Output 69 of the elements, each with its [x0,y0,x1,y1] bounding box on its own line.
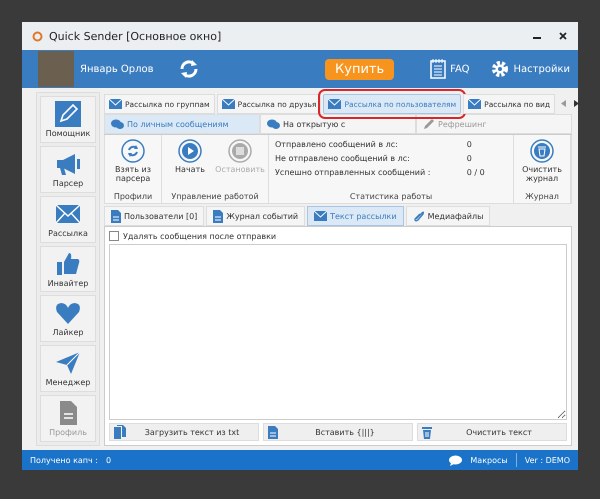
content-tab[interactable]: Журнал событий [206,206,306,226]
document-icon [213,210,224,222]
sub-tab[interactable]: По личным сообщениям [104,114,260,134]
macros-link[interactable]: Макросы [470,456,508,464]
documents-icon [114,425,126,439]
pencil-icon [55,100,81,127]
avatar-photo-placeholder [38,51,74,87]
envelope-icon [328,99,342,109]
faq-button[interactable]: FAQ [430,59,470,79]
window-title: Quick Sender [Основное окно] [49,30,222,42]
sync-arrows-icon[interactable] [178,58,200,80]
sidebar-item[interactable]: Инвайтер [40,246,96,292]
content-tab[interactable]: Медиафайлы [406,206,490,226]
close-icon[interactable] [558,31,568,41]
captcha-count: 0 [106,456,112,464]
sidebar-item[interactable]: Менеджер [40,345,96,392]
stat-label: Не отправлено сообщений в лс: [275,154,411,163]
stat-label: Отправлено сообщений в лс: [275,140,399,149]
notepad-icon [430,59,446,79]
action-button[interactable]: Вставить {|||} [263,423,413,441]
document-icon [268,426,278,438]
trash-icon [422,426,432,438]
settings-icon [490,59,510,79]
version-label: Ver : DEMO [524,456,570,464]
stop-icon [228,139,252,163]
app-logo-icon [32,30,43,42]
sidebar-item[interactable]: Рассылка [40,196,96,243]
group-label: Статистика работы [348,192,434,201]
stat-value: 0 / 0 [466,168,486,177]
plane-icon [55,350,81,376]
captcha-label: Получено капч : [30,456,98,464]
content-tab[interactable]: Пользователи [0] [104,206,204,226]
play-icon [178,139,202,163]
ribbon-button[interactable]: Начать [168,137,212,192]
settings-button[interactable]: Настройки [490,59,570,79]
group-label: Управление работой [170,192,260,201]
trash-icon [530,139,554,163]
paperclip-icon [412,210,425,222]
group-label: Профили [112,192,154,201]
action-button[interactable]: Загрузить текст из txt [109,423,259,441]
action-button[interactable]: Очистить текст [417,423,567,441]
stat-value: 0 [466,154,473,163]
sidebar-item[interactable]: Лайкер [40,295,96,342]
stat-value: 0 [466,140,473,149]
stat-label: Успешно отправленных сообщений : [275,168,432,177]
pencil-icon [423,118,435,130]
content-tab[interactable]: Текст рассылки [307,206,404,226]
envelope-icon [468,99,482,109]
checkbox[interactable] [109,231,119,241]
thumb-icon [55,250,81,276]
user-name: Январь Орлов [80,64,154,74]
heart-icon [55,300,81,326]
scroll-left-icon[interactable] [561,100,566,106]
sub-tab[interactable]: На открытую с [260,114,416,134]
speech-bubble-icon [449,454,462,466]
ribbon-button[interactable]: Очистить журнал [520,137,564,192]
scroll-right-icon[interactable] [574,100,580,106]
refresh-icon [121,139,145,163]
document-icon [111,210,121,222]
ribbon-button[interactable]: Взять из парсера [111,137,155,192]
envelope-icon [314,211,328,221]
sidebar-item[interactable]: Помощник [40,96,96,143]
sidebar-item[interactable]: Парсер [40,146,96,193]
group-label: Журнал [524,192,560,201]
chat-bubbles-icon [267,118,280,130]
envelope-icon [109,99,122,109]
checkbox-label: Удалять сообщения после отправки [123,232,276,240]
chat-bubbles-icon [111,118,124,130]
envelope-icon [222,99,235,109]
